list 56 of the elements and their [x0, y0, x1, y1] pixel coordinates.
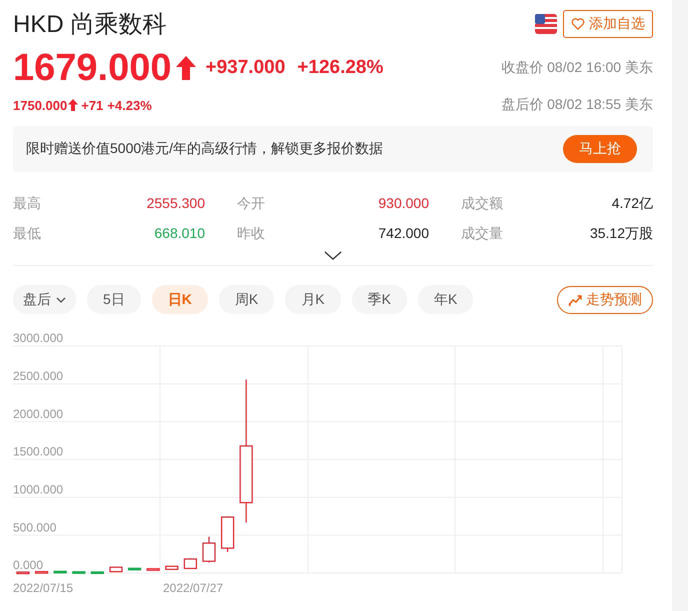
chevron-down-icon[interactable] — [324, 251, 342, 260]
stat-value: 742.000 — [378, 225, 429, 243]
after-hours-change-percent: +4.23% — [107, 98, 152, 112]
close-time: 收盘价 08/02 16:00 美东 — [501, 59, 653, 77]
after-hours-price: 1750.000 — [13, 98, 68, 112]
stat-value: 668.010 — [154, 225, 205, 243]
candlestick — [221, 516, 234, 552]
period-tab[interactable]: 周K — [218, 285, 274, 314]
candlestick — [35, 571, 48, 574]
x-axis-label: 2022/07/27 — [163, 581, 224, 595]
period-tab[interactable]: 月K — [285, 285, 341, 314]
candlestick — [16, 572, 30, 574]
candlestick — [109, 566, 123, 572]
y-axis-label: 2000.000 — [13, 406, 64, 421]
stat-value: 930.000 — [378, 195, 429, 213]
period-tab[interactable]: 5日 — [87, 285, 141, 314]
stat-value: 4.72亿 — [612, 195, 653, 213]
candlestick — [90, 571, 104, 574]
x-axis-label: 2022/07/15 — [13, 581, 74, 595]
stat-value: 35.12万股 — [590, 225, 653, 243]
candlestick — [184, 558, 197, 570]
y-axis-label: 0.000 — [13, 558, 44, 572]
period-tab[interactable]: 季K — [352, 285, 407, 314]
candlestick — [128, 568, 142, 570]
candlestick — [165, 566, 178, 570]
trend-chart-icon — [568, 294, 582, 306]
y-axis-label: 1000.000 — [13, 482, 64, 496]
y-axis-label: 500.000 — [13, 520, 56, 534]
y-axis-label: 2500.000 — [13, 369, 64, 383]
period-tab[interactable]: 年K — [418, 285, 474, 314]
candlestick — [146, 568, 160, 571]
stat-label: 昨收 — [237, 225, 265, 243]
candlestick — [54, 570, 67, 574]
stat-label: 今开 — [237, 195, 265, 213]
stat-label: 最高 — [13, 195, 41, 213]
up-arrow-icon — [68, 99, 78, 111]
period-tab[interactable]: 盘后 — [13, 285, 76, 314]
caret-icon — [56, 296, 66, 302]
heart-icon — [571, 18, 585, 30]
stat-label: 成交额 — [461, 195, 503, 213]
price: 1679.000 — [13, 46, 172, 90]
promo-text: 限时赠送价值5000港元/年的高级行情，解锁更多报价数据 — [26, 140, 384, 158]
after-hours-change: +71 — [81, 98, 104, 112]
y-axis-label: 3000.000 — [13, 332, 64, 346]
stat-label: 成交量 — [461, 225, 503, 243]
stat-label: 最低 — [13, 225, 41, 243]
us-flag-icon — [535, 14, 557, 34]
y-axis-label: 1500.000 — [13, 444, 64, 459]
stat-value: 2555.300 — [146, 195, 205, 213]
candlestick — [72, 571, 86, 574]
price-change: +937.000 — [206, 57, 286, 79]
price-change-percent: +126.28% — [297, 57, 384, 79]
stock-title: HKD 尚乘数科 — [13, 10, 166, 40]
up-arrow-icon — [176, 56, 196, 80]
after-hours-time: 盘后价 08/02 18:55 美东 — [501, 96, 653, 114]
candlestick — [202, 536, 216, 562]
